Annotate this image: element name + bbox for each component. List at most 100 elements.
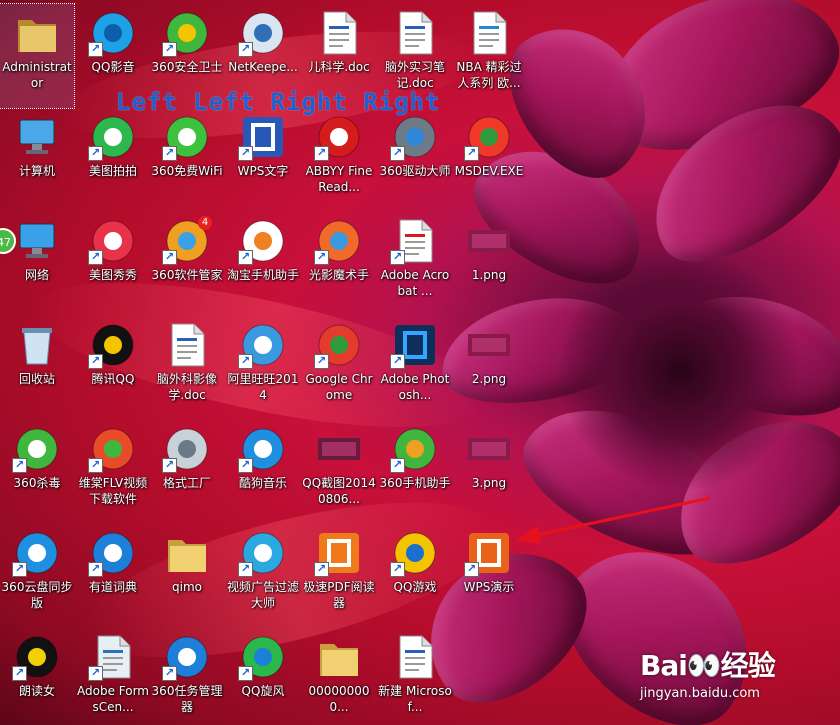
desktop-icon[interactable]: ↗ 淘宝手机助手 — [226, 212, 300, 316]
shortcut-arrow-icon: ↗ — [238, 354, 253, 369]
desktop-icon-label: ABBYY FineRead... — [305, 164, 373, 194]
desktop-icon-label: 360云盘同步版 — [1, 580, 73, 610]
desktop-icon[interactable]: ↗ 有道词典 — [76, 524, 150, 628]
desktop-icon-label: NetKeepe... — [228, 60, 298, 74]
shortcut-arrow-icon: ↗ — [390, 146, 405, 161]
shortcut-arrow-icon: ↗ — [88, 354, 103, 369]
desktop-icon-label: 极速PDF阅读器 — [303, 580, 375, 610]
desktop-icon[interactable]: 1.png — [452, 212, 526, 316]
desktop-icon-label: Adobe FormsCen... — [77, 684, 149, 714]
wallpaper-flower-center — [560, 250, 800, 490]
desktop-icon[interactable]: 4 ↗ 360软件管家 — [150, 212, 224, 316]
user-folder-icon — [14, 10, 60, 56]
desktop-icon[interactable]: ↗ 酷狗音乐 — [226, 420, 300, 524]
desktop-icon-label: 儿科学.doc — [308, 60, 370, 74]
shortcut-arrow-icon: ↗ — [314, 562, 329, 577]
desktop-icon[interactable]: Administrator — [0, 3, 75, 109]
desktop-icon[interactable]: 网络 — [0, 212, 74, 316]
overlay-caption: Left Left Right Right — [116, 88, 441, 116]
desktop-icon[interactable]: ↗ 360免费WiFi — [150, 108, 224, 212]
shortcut-arrow-icon: ↗ — [390, 354, 405, 369]
shortcut-arrow-icon: ↗ — [88, 458, 103, 473]
desktop-icon[interactable]: ↗ MSDEV.EXE — [452, 108, 526, 212]
shortcut-arrow-icon: ↗ — [238, 666, 253, 681]
shortcut-arrow-icon: ↗ — [88, 250, 103, 265]
shortcut-arrow-icon: ↗ — [238, 458, 253, 473]
shortcut-arrow-icon: ↗ — [12, 562, 27, 577]
desktop-icon-label: WPS文字 — [237, 164, 289, 178]
desktop-icon-label: MSDEV.EXE — [454, 164, 524, 178]
desktop-icon-label: 酷狗音乐 — [238, 476, 287, 490]
desktop-icon-label: 格式工厂 — [162, 476, 211, 490]
desktop-icon-label: 朗读女 — [18, 684, 55, 698]
desktop-icon[interactable]: ↗ Adobe FormsCen... — [76, 628, 150, 725]
desktop-icon[interactable]: ↗ Adobe Photosh... — [378, 316, 452, 420]
shortcut-arrow-icon: ↗ — [390, 250, 405, 265]
desktop-icon[interactable]: ↗ ABBYY FineRead... — [302, 108, 376, 212]
desktop-icon-label: 腾讯QQ — [91, 372, 135, 386]
desktop-icon-label: 360安全卫士 — [151, 60, 223, 74]
desktop-icon[interactable]: QQ截图20140806... — [302, 420, 376, 524]
desktop-icon[interactable]: ↗ 360手机助手 — [378, 420, 452, 524]
desktop-icon[interactable]: ↗ 视频广告过滤大师 — [226, 524, 300, 628]
desktop-icon[interactable]: ↗ 美图秀秀 — [76, 212, 150, 316]
png-thumb-icon — [466, 218, 512, 264]
desktop-icon[interactable]: 000000000... — [302, 628, 376, 725]
shortcut-arrow-icon: ↗ — [162, 146, 177, 161]
recycle-bin-icon — [14, 322, 60, 368]
desktop-icon-label: 360杀毒 — [13, 476, 61, 490]
desktop-icon[interactable]: ↗ 格式工厂 — [150, 420, 224, 524]
desktop-icon[interactable]: ↗ 光影魔术手 — [302, 212, 376, 316]
folder-icon — [164, 530, 210, 576]
shortcut-arrow-icon: ↗ — [88, 146, 103, 161]
desktop-icon[interactable]: ↗ QQ旋风 — [226, 628, 300, 725]
desktop-icon[interactable]: ↗ 360任务管理器 — [150, 628, 224, 725]
desktop-icon-label: 360手机助手 — [379, 476, 451, 490]
shortcut-arrow-icon: ↗ — [88, 562, 103, 577]
screenshot-thumb-icon — [316, 426, 362, 472]
desktop-icon[interactable]: 2.png — [452, 316, 526, 420]
desktop-icon-label: QQ影音 — [91, 60, 135, 74]
desktop-icon[interactable]: ↗ Google Chrome — [302, 316, 376, 420]
desktop-icon[interactable]: ↗ 360云盘同步版 — [0, 524, 74, 628]
desktop-icon[interactable]: qimo — [150, 524, 224, 628]
desktop-icon-label: Google Chrome — [305, 372, 373, 402]
desktop-icon-label: QQ截图20140806... — [302, 476, 376, 506]
desktop-icon-label: 视频广告过滤大师 — [226, 580, 299, 610]
desktop-icon[interactable]: 计算机 — [0, 108, 74, 212]
desktop-icon[interactable]: 新建 Microsof... — [378, 628, 452, 725]
desktop-icon[interactable]: ↗ 360驱动大师 — [378, 108, 452, 212]
png-thumb-icon — [466, 426, 512, 472]
desktop-icon-label: WPS演示 — [463, 580, 515, 594]
desktop-icon-label: 美图秀秀 — [88, 268, 137, 282]
desktop-icon[interactable]: ↗ 美图拍拍 — [76, 108, 150, 212]
desktop-icon-label: qimo — [172, 580, 202, 594]
desktop-icon-label: 360任务管理器 — [151, 684, 223, 714]
notification-badge: 4 — [198, 216, 212, 230]
desktop-icon-label: 360驱动大师 — [379, 164, 451, 178]
shortcut-arrow-icon: ↗ — [12, 666, 27, 681]
desktop-icon[interactable]: NBA 精彩过人系列 欧... — [452, 4, 526, 108]
desktop-icon-label: 360软件管家 — [151, 268, 223, 282]
desktop-icon-label: 淘宝手机助手 — [226, 268, 299, 282]
desktop-icon-label: 脑外实习笔记.doc — [384, 60, 445, 90]
desktop-icon[interactable]: ↗ 朗读女 — [0, 628, 74, 725]
desktop-icon[interactable]: ↗ WPS文字 — [226, 108, 300, 212]
folder-icon — [316, 634, 362, 680]
red-arrow-annotation — [516, 496, 711, 544]
desktop-icon-label: 回收站 — [18, 372, 55, 386]
desktop-icon[interactable]: ↗ 360杀毒 — [0, 420, 74, 524]
desktop-icon[interactable]: ↗ 腾讯QQ — [76, 316, 150, 420]
shortcut-arrow-icon: ↗ — [238, 250, 253, 265]
desktop-icon[interactable]: ↗ 阿里旺旺2014 — [226, 316, 300, 420]
desktop-icon-label: 新建 Microsof... — [378, 684, 452, 714]
desktop-icon[interactable]: ↗ QQ游戏 — [378, 524, 452, 628]
shortcut-arrow-icon: ↗ — [162, 666, 177, 681]
shortcut-arrow-icon: ↗ — [88, 666, 103, 681]
desktop-icon[interactable]: 回收站 — [0, 316, 74, 420]
desktop-icon[interactable]: 脑外科影像学.doc — [150, 316, 224, 420]
desktop-icon[interactable]: ↗ 极速PDF阅读器 — [302, 524, 376, 628]
desktop-icon[interactable]: ↗ Adobe Acrobat ... — [378, 212, 452, 316]
desktop-wallpaper[interactable]: 47 Administrator ↗ QQ影音 ↗ 360安全卫士 ↗ NetKeepe..… — [0, 0, 840, 725]
desktop-icon[interactable]: ↗ 维棠FLV视频下载软件 — [76, 420, 150, 524]
